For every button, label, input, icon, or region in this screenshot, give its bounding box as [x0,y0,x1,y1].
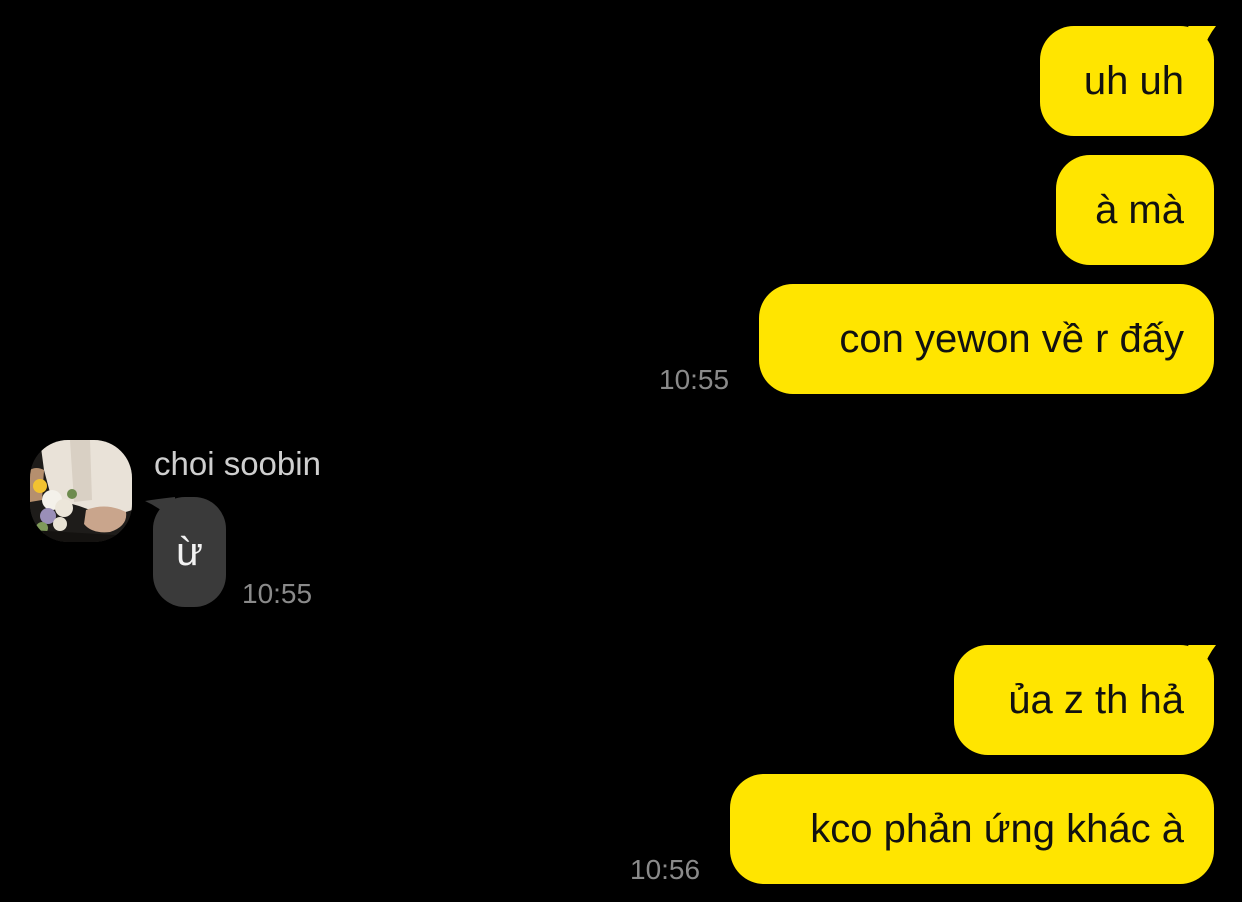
message-text: con yewon về r đấy [839,317,1184,361]
bubble-tail-icon [1188,645,1216,671]
message-timestamp: 10:56 [630,854,701,885]
message-timestamp: 10:55 [242,578,313,609]
bubble-tail-icon [145,497,175,523]
outgoing-message-bubble[interactable]: kco phản ứng khác à [730,774,1214,884]
chat-screen: uh uh à mà con yewon về r đấy 10:55 choi… [0,0,1242,902]
message-text: kco phản ứng khác à [810,807,1184,851]
sender-avatar[interactable] [30,440,132,542]
message-text: uh uh [1083,59,1184,103]
outgoing-message-bubble[interactable]: uh uh [1040,26,1216,136]
message-text: à mà [1095,188,1184,232]
outgoing-message-bubble[interactable]: ủa z th hả [954,645,1216,755]
bubble-tail-icon [1188,26,1216,52]
outgoing-message-bubble[interactable]: con yewon về r đấy [759,284,1214,394]
message-text: ủa z th hả [1008,678,1184,722]
sender-name: choi soobin [154,445,321,482]
incoming-message-bubble[interactable]: ừ [145,497,226,607]
outgoing-message-bubble[interactable]: à mà [1056,155,1214,265]
profile-photo-icon [30,440,132,542]
message-text: ừ [176,530,203,574]
message-timestamp: 10:55 [659,364,730,395]
